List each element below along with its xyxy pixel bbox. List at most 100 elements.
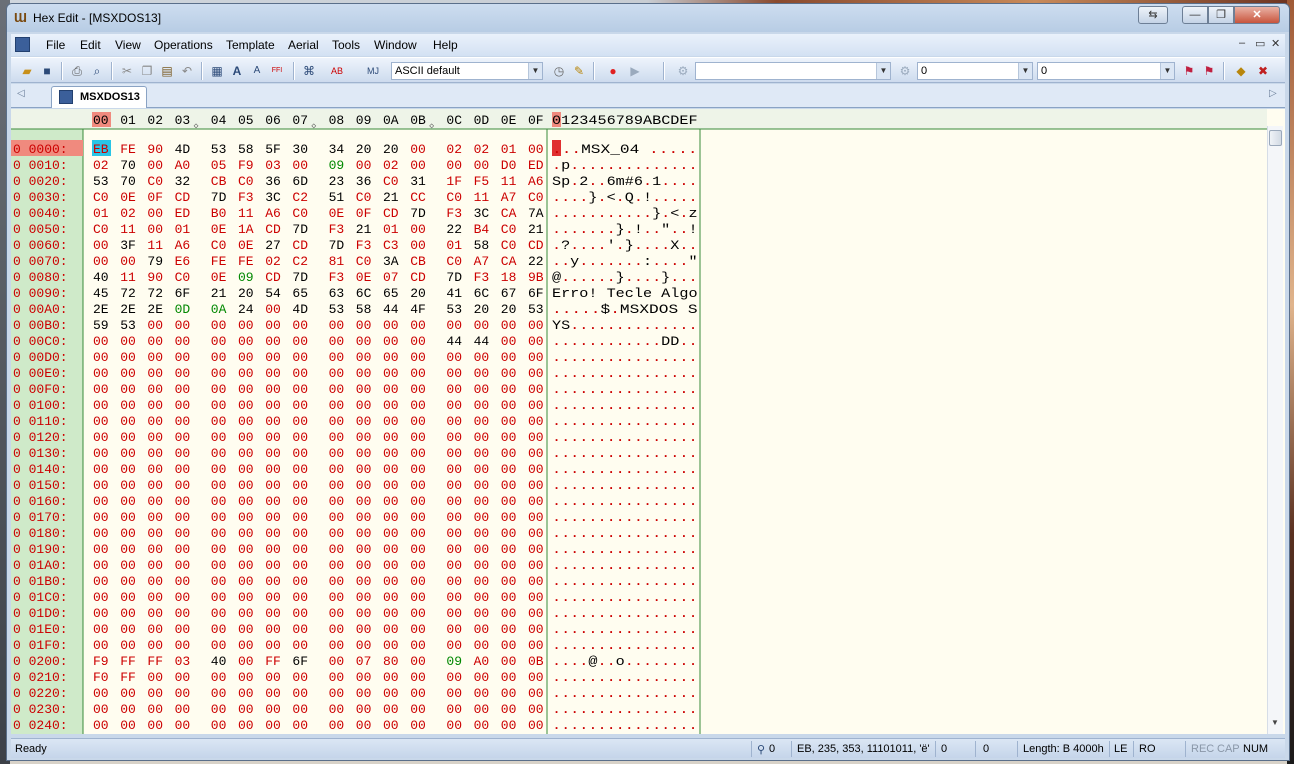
chevron-down-icon[interactable]: ▼ <box>1018 63 1032 79</box>
hex-byte: 00 <box>528 334 544 349</box>
hex-byte: 6F <box>528 286 544 301</box>
bookmark-flag-icon[interactable]: ⚑ <box>1181 63 1197 79</box>
clock-icon[interactable]: ◷ <box>551 63 567 79</box>
hex-byte: 41 <box>446 286 462 301</box>
hex-byte: 00 <box>292 478 308 493</box>
menu-edit[interactable]: Edit <box>80 38 101 52</box>
hex-grid[interactable]: 00 01 02 03 04 05 06 07 08 09 0A 0B 0C 0D 0E 0F◇ ◇ ◇ 01234… <box>11 109 1267 734</box>
tab-scroll-left-icon[interactable]: ◁ <box>17 88 25 99</box>
menu-window[interactable]: Window <box>374 38 417 52</box>
hex-byte: 00 <box>265 398 281 413</box>
tab-scroll-right-icon[interactable]: ▷ <box>1269 88 1277 99</box>
paste-icon[interactable]: ▤ <box>159 63 175 79</box>
ascii-char: . <box>679 574 688 589</box>
find-icon[interactable]: ⌘ <box>301 63 317 79</box>
menu-help[interactable]: Help <box>433 38 458 52</box>
hex-byte: 00 <box>501 638 517 653</box>
menu-file[interactable]: File <box>46 38 65 52</box>
hex-byte: 00 <box>410 398 426 413</box>
cut-icon[interactable]: ✂ <box>119 63 135 79</box>
aerial-icon[interactable]: ⚙ <box>675 63 691 79</box>
open-icon[interactable]: ▰ <box>19 63 35 79</box>
mdi-minimize-icon[interactable]: – <box>1239 37 1245 49</box>
status-mode[interactable]: RO <box>1139 743 1156 755</box>
hex-byte: 00 <box>265 462 281 477</box>
font-decrease-icon[interactable]: A <box>249 63 265 79</box>
hex-byte: 00 <box>292 670 308 685</box>
font-increase-icon[interactable]: A <box>229 63 245 79</box>
hex-byte: F3 <box>329 222 345 237</box>
ascii-char: . <box>689 510 698 525</box>
hex-editor-view[interactable]: 00 01 02 03 04 05 06 07 08 09 0A 0B 0C 0D 0E 0F ◇ ◇ ◇ 01234… <box>11 109 1285 734</box>
ascii-char: . <box>616 542 625 557</box>
vertical-scrollbar[interactable]: ▼ <box>1267 126 1283 734</box>
hex-byte: 00 <box>474 574 490 589</box>
ascii-row: @......}....}... <box>552 270 698 285</box>
hex-byte: 00 <box>265 686 281 701</box>
ascii-char: . <box>579 478 588 493</box>
menu-aerial[interactable]: Aerial <box>288 38 319 52</box>
ascii-char: . <box>625 638 634 653</box>
pencil-icon[interactable]: ✎ <box>571 63 587 79</box>
tag-icon[interactable]: ◆ <box>1233 63 1249 79</box>
ascii-char: . <box>689 654 698 669</box>
minimize-button[interactable]: — <box>1182 6 1208 24</box>
clear-bookmarks-icon[interactable]: ✖ <box>1255 63 1271 79</box>
menu-operations[interactable]: Operations <box>154 38 213 52</box>
maximize-button[interactable]: ❐ <box>1208 6 1234 24</box>
print-preview-icon[interactable]: ⌕ <box>89 63 105 79</box>
ascii-char: . <box>610 302 620 317</box>
hex-byte: 11 <box>238 206 254 221</box>
aerial-select[interactable]: ▼ <box>695 62 891 80</box>
print-icon[interactable]: ⎙ <box>69 63 85 79</box>
close-button[interactable]: ✕ <box>1234 6 1280 24</box>
status-endian[interactable]: LE <box>1114 743 1127 755</box>
ascii-char: . <box>570 414 579 429</box>
hex-byte: 00 <box>238 718 254 733</box>
replace-icon[interactable]: AB <box>329 63 345 79</box>
settings-icon[interactable]: ⚙ <box>897 63 913 79</box>
hex-byte: C3 <box>383 238 399 253</box>
next-bookmark-icon[interactable]: ⚑ <box>1201 63 1217 79</box>
ffi-icon[interactable]: FFI <box>269 63 285 79</box>
compare-icon[interactable]: MJ <box>365 63 381 79</box>
chevron-down-icon[interactable]: ▼ <box>528 63 542 79</box>
scroll-thumb[interactable] <box>1269 130 1282 146</box>
hex-edit-icon[interactable]: Ɯ <box>14 11 28 25</box>
value-select-2[interactable]: 0 ▼ <box>1037 62 1175 80</box>
hex-byte: 00 <box>410 350 426 365</box>
charset-select[interactable]: ASCII default ▼ <box>391 62 543 80</box>
undo-icon[interactable]: ↶ <box>179 63 195 79</box>
record-icon[interactable]: ● <box>605 63 621 79</box>
menu-tools[interactable]: Tools <box>332 38 360 52</box>
hex-byte: 0F <box>356 206 372 221</box>
mdi-close-icon[interactable]: ✕ <box>1271 37 1280 50</box>
hex-byte: 00 <box>93 702 109 717</box>
ascii-char: . <box>579 574 588 589</box>
value-select-1[interactable]: 0 ▼ <box>917 62 1033 80</box>
ascii-row: ....}.<.Q.!..... <box>552 190 698 205</box>
hex-byte: 00 <box>410 142 426 157</box>
mdi-restore-icon[interactable]: ▭ <box>1255 37 1265 50</box>
hex-byte: 00 <box>329 494 345 509</box>
calculator-icon[interactable]: ▦ <box>209 63 225 79</box>
back-button[interactable]: ⇆ <box>1138 6 1168 24</box>
document-icon[interactable] <box>15 37 30 52</box>
hex-byte: A7 <box>501 190 517 205</box>
copy-icon[interactable]: ❐ <box>139 63 155 79</box>
hex-byte: 00 <box>383 398 399 413</box>
menu-view[interactable]: View <box>115 38 141 52</box>
play-icon[interactable]: ▶ <box>627 63 643 79</box>
ascii-char: . <box>634 366 643 381</box>
column-header-00: 00 <box>93 113 109 128</box>
menu-template[interactable]: Template <box>226 38 275 52</box>
save-icon[interactable]: ■ <box>39 63 55 79</box>
chevron-down-icon[interactable]: ▼ <box>876 63 890 79</box>
tab-msxdos13[interactable]: MSXDOS13 <box>51 86 147 108</box>
chevron-down-icon[interactable]: ▼ <box>1160 63 1174 79</box>
hex-byte: 00 <box>211 334 227 349</box>
title-bar[interactable]: Ɯ Hex Edit - [MSXDOS13] ⇆ — ❐ ✕ <box>7 4 1289 32</box>
ascii-char: . <box>679 190 688 205</box>
hex-byte: 03 <box>265 158 281 173</box>
scroll-down-icon[interactable]: ▼ <box>1271 718 1279 727</box>
